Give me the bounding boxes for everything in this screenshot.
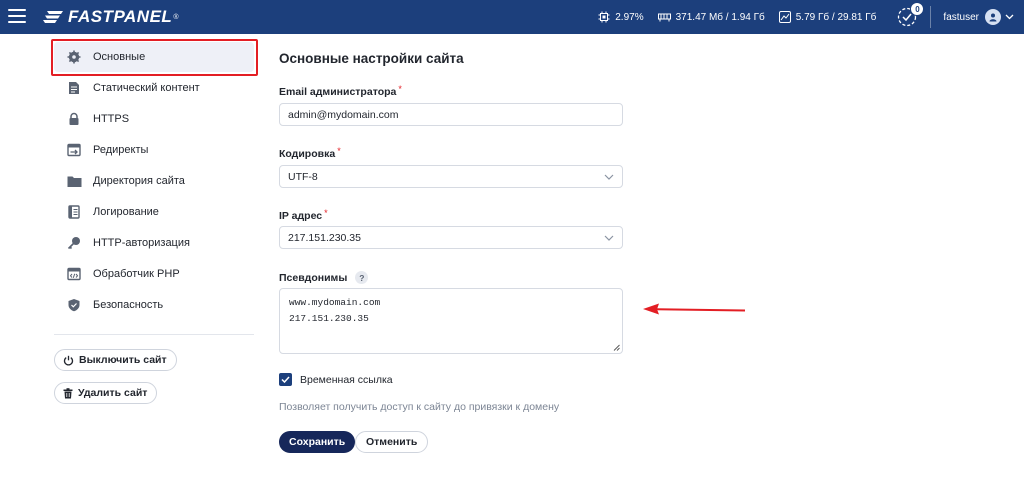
sidebar-item-label: Директория сайта xyxy=(93,175,185,187)
main-content: Основные настройки сайта Email администр… xyxy=(279,34,1024,481)
required-mark: * xyxy=(337,146,341,156)
power-icon xyxy=(63,355,74,365)
ip-value: 217.151.230.35 xyxy=(288,231,361,244)
hamburger-menu-icon[interactable] xyxy=(8,9,26,25)
chevron-down-icon xyxy=(604,174,614,180)
sidebar-item-label: HTTP-авторизация xyxy=(93,237,190,249)
avatar-icon xyxy=(985,9,1001,25)
brand-name: FASTPANEL xyxy=(68,7,173,26)
cpu-icon xyxy=(598,11,610,23)
aliases-textarea[interactable]: www.mydomain.com 217.151.230.35 xyxy=(279,288,623,354)
shield-icon xyxy=(66,297,82,313)
encoding-select[interactable]: UTF-8 xyxy=(279,165,623,188)
sidebar-item-general[interactable]: Основные xyxy=(54,42,254,72)
ip-label: IP адрес * xyxy=(279,208,328,222)
temp-link-label: Временная ссылка xyxy=(300,373,393,386)
memory-icon xyxy=(657,13,671,22)
sidebar-item-security[interactable]: Безопасность xyxy=(54,290,254,320)
folder-icon xyxy=(66,173,82,189)
sidebar-item-label: Редиректы xyxy=(93,144,149,156)
log-icon xyxy=(66,204,82,220)
chevron-down-icon xyxy=(604,235,614,241)
encoding-label-text: Кодировка xyxy=(279,148,336,160)
red-arrow-annotation xyxy=(643,303,746,315)
email-field[interactable] xyxy=(279,103,623,126)
sidebar-item-http-auth[interactable]: HTTP-авторизация xyxy=(54,228,254,258)
key-icon xyxy=(66,235,82,251)
sidebar-item-label: Статический контент xyxy=(93,82,200,94)
disk-stat: 5.79 Гб / 29.81 Гб xyxy=(778,11,877,23)
sidebar-item-site-directory[interactable]: Директория сайта xyxy=(54,166,254,196)
sidebar-item-redirects[interactable]: Редиректы xyxy=(54,135,254,165)
cpu-value: 2.97% xyxy=(615,11,644,23)
user-menu[interactable]: fastuser xyxy=(943,9,1014,25)
sidebar-item-php-handler[interactable]: Обработчик PHP xyxy=(54,259,254,289)
sidebar-item-logging[interactable]: Логирование xyxy=(54,197,254,227)
gear-icon xyxy=(66,49,82,65)
alias-line: www.mydomain.com xyxy=(289,297,381,308)
save-button[interactable]: Сохранить xyxy=(279,431,356,453)
server-stats: 2.97% 371.47 Мб / 1.94 Гб 5.79 Гб / 29.8… xyxy=(598,0,1024,34)
logo-mark-icon xyxy=(43,11,63,23)
required-mark: * xyxy=(398,84,402,94)
sidebar-item-static-content[interactable]: Статический контент xyxy=(54,73,254,103)
brand-registered: ® xyxy=(173,13,179,21)
redirect-icon xyxy=(66,142,82,158)
check-icon xyxy=(281,376,290,383)
memory-stat: 371.47 Мб / 1.94 Гб xyxy=(657,11,765,23)
sidebar-item-label: HTTPS xyxy=(93,113,130,125)
sidebar-divider xyxy=(54,334,254,335)
disk-value: 5.79 Гб / 29.81 Гб xyxy=(795,11,877,23)
resize-grip-icon[interactable] xyxy=(613,344,620,351)
ip-select[interactable]: 217.151.230.35 xyxy=(279,226,623,249)
tasks-button[interactable]: 0 xyxy=(896,2,925,28)
required-mark: * xyxy=(324,208,328,218)
alias-line: 217.151.230.35 xyxy=(289,313,369,324)
temp-link-hint: Позволяет получить доступ к сайту до при… xyxy=(279,401,560,413)
tasks-count-badge: 0 xyxy=(910,2,925,16)
aliases-label-text: Псевдонимы xyxy=(279,271,348,284)
username: fastuser xyxy=(943,11,979,23)
sidebar-item-label: Логирование xyxy=(93,206,159,218)
lock-icon xyxy=(66,111,82,127)
temp-link-row: Временная ссылка xyxy=(279,373,393,386)
aliases-label: Псевдонимы ? xyxy=(279,271,369,284)
email-label: Email администратора * xyxy=(279,84,402,98)
document-icon xyxy=(66,80,82,96)
encoding-value: UTF-8 xyxy=(288,170,318,183)
logo[interactable]: FASTPANEL ® xyxy=(43,6,178,28)
sidebar: Основные Статический контент HTTPS Редир… xyxy=(0,34,262,481)
cpu-stat: 2.97% xyxy=(598,11,644,23)
email-label-text: Email администратора xyxy=(279,86,397,98)
delete-site-button[interactable]: Удалить сайт xyxy=(54,382,158,404)
top-bar: FASTPANEL ® 2.97% 371.47 Мб / 1.94 Гб 5.… xyxy=(0,0,1024,34)
encoding-label: Кодировка * xyxy=(279,146,341,160)
cancel-button[interactable]: Отменить xyxy=(355,431,429,453)
temp-link-checkbox[interactable] xyxy=(279,373,292,386)
ip-label-text: IP адрес xyxy=(279,210,323,222)
sidebar-item-label: Основные xyxy=(93,51,146,63)
sidebar-item-https[interactable]: HTTPS xyxy=(54,104,254,134)
disk-icon xyxy=(778,11,791,23)
disable-site-button[interactable]: Выключить сайт xyxy=(54,349,177,371)
delete-site-label: Удалить сайт xyxy=(78,387,148,399)
chevron-down-icon xyxy=(1005,14,1014,20)
disable-site-label: Выключить сайт xyxy=(79,354,167,366)
header-divider xyxy=(930,6,932,28)
sidebar-item-label: Обработчик PHP xyxy=(93,268,180,280)
trash-icon xyxy=(63,387,73,398)
help-question-icon[interactable]: ? xyxy=(355,271,369,284)
sidebar-item-label: Безопасность xyxy=(93,299,164,311)
memory-value: 371.47 Мб / 1.94 Гб xyxy=(675,11,765,23)
page-title: Основные настройки сайта xyxy=(279,51,464,66)
code-icon xyxy=(66,266,82,282)
